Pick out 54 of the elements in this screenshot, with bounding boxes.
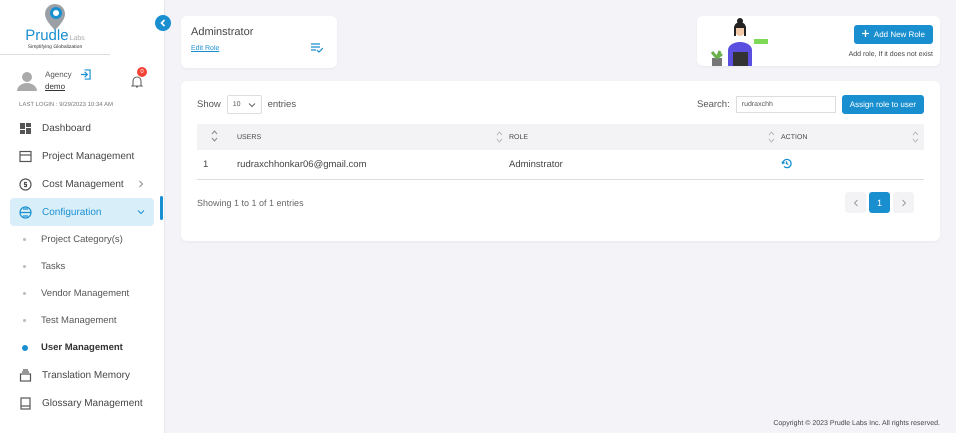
show-label: Show	[197, 99, 221, 110]
nav-icon	[19, 178, 32, 190]
chevron-icon	[137, 208, 145, 216]
nav-icon	[19, 396, 32, 410]
bullet-icon	[22, 344, 28, 350]
nav-subitem[interactable]: Test Management	[10, 307, 154, 334]
assign-role-button[interactable]: Assign role to user	[842, 95, 924, 114]
nav-item[interactable]: Project Management	[10, 142, 154, 170]
entries-info: Showing 1 to 1 of 1 entries	[197, 198, 304, 208]
nav-icon	[19, 206, 32, 218]
nav-item[interactable]: Glossary Management	[10, 389, 154, 417]
chevron-left-icon	[159, 19, 167, 27]
entries-label: entries	[268, 99, 296, 110]
nav-subitem[interactable]: Tasks	[10, 253, 154, 280]
sort-icon[interactable]	[768, 131, 775, 143]
nav-subitem[interactable]: Project Category(s)	[10, 226, 154, 253]
sort-icon[interactable]	[496, 131, 503, 143]
table-cell: 1	[197, 150, 236, 180]
logo-name: Prudle	[25, 27, 69, 44]
bullet-icon	[23, 319, 26, 322]
nav-item[interactable]: Cost Management	[10, 170, 154, 198]
user-name-link[interactable]: demo	[45, 82, 91, 91]
chevron-left-icon	[852, 198, 858, 206]
plus-icon	[862, 30, 869, 36]
table-cell: Adminstrator	[508, 150, 780, 180]
logout-icon[interactable]	[80, 69, 91, 80]
active-indicator	[160, 196, 163, 220]
nav-subitem[interactable]: Vendor Management	[10, 280, 154, 307]
history-icon[interactable]	[781, 158, 792, 168]
nav-item[interactable]: Dashboard	[10, 114, 154, 142]
table-cell: rudraxchhonkar06@gmail.com	[236, 150, 508, 180]
list-check-icon[interactable]	[311, 43, 323, 53]
bullet-icon	[23, 238, 26, 241]
bell-icon[interactable]	[131, 75, 143, 88]
nav-icon	[19, 150, 32, 162]
search-label: Search:	[696, 99, 730, 110]
logo-pin-icon	[43, 3, 67, 31]
sort-icon[interactable]	[912, 131, 919, 143]
chevron-icon	[137, 180, 145, 188]
nav-icon	[19, 122, 32, 134]
nav-icon	[19, 368, 32, 382]
user-role: Agency	[45, 70, 72, 79]
bullet-icon	[23, 292, 26, 295]
bullet-icon	[23, 265, 26, 268]
collapse-sidebar-button[interactable]	[155, 15, 171, 31]
nav-item[interactable]: Translation Memory	[10, 361, 154, 389]
avatar-icon	[16, 69, 38, 91]
chevron-right-icon	[900, 198, 906, 206]
role-title: Adminstrator	[191, 26, 254, 38]
add-new-role-button[interactable]: Add New Role	[854, 24, 933, 44]
page-button[interactable]: 1	[869, 192, 890, 213]
nav-subitem[interactable]: User Management	[10, 334, 154, 361]
sort-icon[interactable]	[211, 130, 218, 142]
caret-down-icon	[248, 102, 256, 108]
